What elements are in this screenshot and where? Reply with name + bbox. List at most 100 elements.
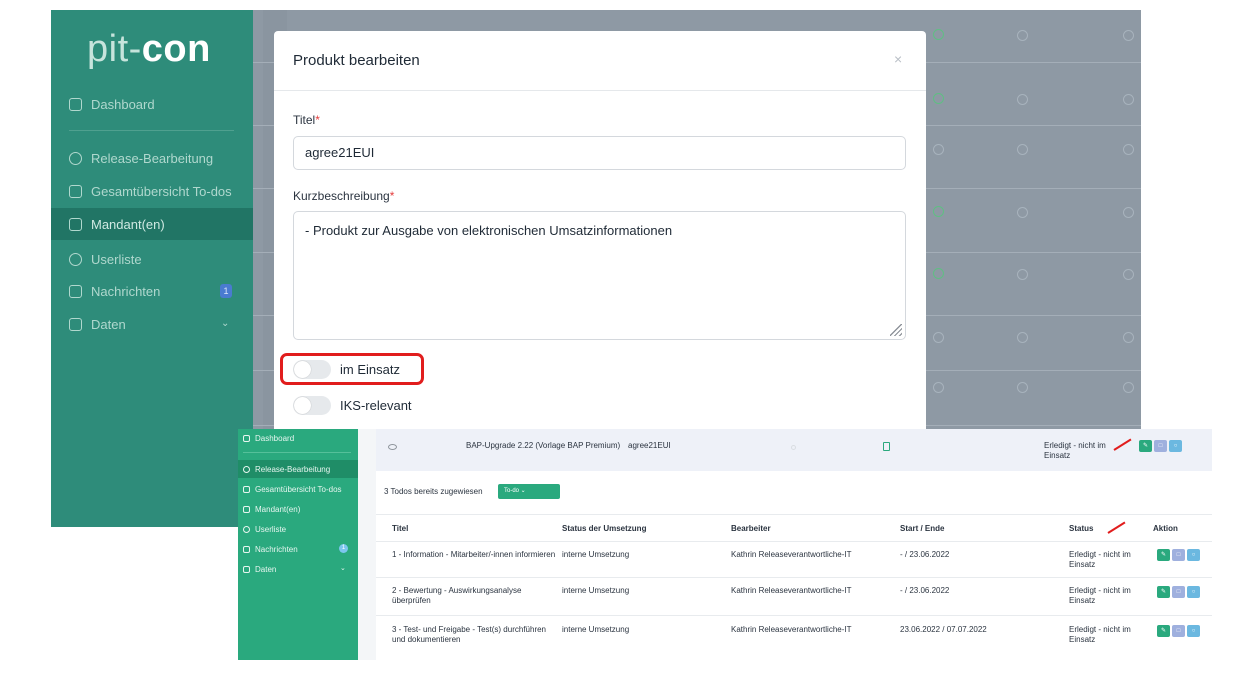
sidebar-item-release-bearbeitung[interactable]: Release-Bearbeitung: [51, 142, 253, 174]
toggle-knob: [294, 396, 311, 414]
notification-badge: 1: [220, 284, 232, 298]
table-row-divider: [376, 577, 1212, 578]
description-label: Kurzbeschreibung*: [293, 189, 395, 203]
empty-circle-icon: [1017, 269, 1028, 280]
modal-divider: [274, 90, 926, 91]
description-text: - Produkt zur Ausgabe von elektronischen…: [305, 223, 673, 238]
table-divider: [376, 514, 1212, 515]
sidebar: Dashboard Release-Bearbeitung Gesamtüber…: [238, 429, 358, 660]
close-icon[interactable]: ×: [894, 51, 902, 67]
edit-button[interactable]: ✎: [1157, 625, 1170, 637]
sidebar-item-nachrichten[interactable]: Nachrichten 1: [238, 540, 358, 558]
info-button[interactable]: ○: [1169, 440, 1182, 452]
sidebar-item-label: Gesamtübersicht To-dos: [91, 183, 232, 199]
empty-circle-icon: [1123, 332, 1134, 343]
empty-circle-icon: [1017, 207, 1028, 218]
toggle-switch[interactable]: [293, 395, 331, 415]
column-header-titel: Titel: [392, 524, 409, 533]
sidebar-divider: [69, 130, 234, 131]
todo-title[interactable]: 3 - Test- und Freigabe - Test(s) durchfü…: [392, 625, 557, 645]
assigned-count: 3 Todos bereits zugewiesen: [384, 487, 483, 496]
logo: pit-con: [87, 28, 211, 70]
message-button[interactable]: □: [1172, 625, 1185, 637]
toggle-label: IKS-relevant: [340, 397, 412, 413]
eye-icon[interactable]: [388, 444, 397, 450]
todo-status: Erledigt - nicht im Einsatz: [1069, 550, 1131, 569]
empty-circle-icon: [791, 445, 796, 450]
empty-circle-icon: [1123, 30, 1134, 41]
title-input[interactable]: agree21EUI: [293, 136, 906, 170]
sidebar-item-label: Userliste: [91, 251, 142, 267]
sidebar-item-label: Userliste: [255, 524, 287, 534]
sidebar-item-release-bearbeitung[interactable]: Release-Bearbeitung: [238, 460, 358, 478]
column-header-bearbeiter: Bearbeiter: [731, 524, 771, 533]
sidebar-item-label: Release-Bearbeitung: [255, 464, 331, 474]
todo-bearbeiter: Kathrin Releaseverantwortliche-IT: [731, 625, 852, 634]
database-icon: [243, 565, 250, 573]
sidebar-item-dashboard[interactable]: Dashboard: [51, 88, 253, 120]
empty-circle-icon: [933, 382, 944, 393]
clock-icon: [69, 151, 82, 165]
sidebar-item-mandanten[interactable]: Mandant(en): [238, 500, 358, 518]
column-header-status: Status: [1069, 524, 1094, 533]
message-button[interactable]: □: [1172, 549, 1185, 561]
sidebar-item-daten[interactable]: Daten ⌄: [238, 560, 358, 578]
check-circle-icon: [933, 29, 944, 40]
sidebar-item-label: Release-Bearbeitung: [91, 150, 214, 166]
sidebar-item-mandanten[interactable]: Mandant(en): [51, 208, 253, 240]
info-button[interactable]: ○: [1187, 625, 1200, 637]
document-icon[interactable]: [883, 442, 890, 451]
empty-circle-icon: [1017, 30, 1028, 41]
resize-handle-icon[interactable]: [890, 324, 902, 336]
sidebar-item-gesamtuebersicht[interactable]: Gesamtübersicht To-dos: [51, 175, 253, 207]
todo-title[interactable]: 1 - Information - Mitarbeiter/-innen inf…: [392, 550, 557, 560]
sidebar-item-label: Gesamtübersicht To-dos: [255, 484, 342, 494]
empty-circle-icon: [1123, 94, 1134, 105]
todo-title[interactable]: 2 - Bewertung - Auswirkungsanalyse überp…: [392, 586, 552, 606]
todo-bearbeiter: Kathrin Releaseverantwortliche-IT: [731, 586, 852, 595]
chevron-down-icon: ⌄: [340, 565, 346, 572]
todo-umsetzung: interne Umsetzung: [562, 586, 630, 595]
sidebar-item-nachrichten[interactable]: Nachrichten 1: [51, 275, 253, 307]
sidebar-item-label: Dashboard: [91, 96, 155, 112]
message-icon: [243, 545, 250, 553]
users-icon: [243, 525, 250, 533]
column-header-start-ende: Start / Ende: [900, 524, 945, 533]
description-textarea[interactable]: - Produkt zur Ausgabe von elektronischen…: [293, 211, 906, 340]
sidebar-item-userliste[interactable]: Userliste: [238, 520, 358, 538]
clock-icon: [243, 465, 250, 473]
title-label: Titel*: [293, 113, 320, 127]
add-todo-button[interactable]: To-do ⌄: [498, 484, 560, 499]
modal-title: Produkt bearbeiten: [293, 52, 420, 69]
check-circle-icon: [933, 93, 944, 104]
users-icon: [69, 252, 82, 266]
sidebar-item-dashboard[interactable]: Dashboard: [238, 429, 358, 447]
edit-button[interactable]: ✎: [1157, 586, 1170, 598]
todo-umsetzung: interne Umsetzung: [562, 550, 630, 559]
toggle-iks-relevant[interactable]: IKS-relevant: [293, 394, 412, 416]
notification-badge: 1: [339, 544, 348, 553]
todo-status: Erledigt - nicht im Einsatz: [1069, 586, 1131, 605]
sidebar-item-label: Mandant(en): [255, 504, 301, 514]
message-button[interactable]: □: [1172, 586, 1185, 598]
red-highlight-box: [280, 353, 424, 385]
empty-circle-icon: [933, 144, 944, 155]
required-marker: *: [315, 113, 320, 127]
content-gutter: [358, 429, 376, 660]
todo-bearbeiter: Kathrin Releaseverantwortliche-IT: [731, 550, 852, 559]
sidebar-item-label: Nachrichten: [255, 544, 298, 554]
empty-circle-icon: [1017, 144, 1028, 155]
info-button[interactable]: ○: [1187, 586, 1200, 598]
empty-circle-icon: [1017, 382, 1028, 393]
empty-circle-icon: [1017, 94, 1028, 105]
calendar-icon: [243, 485, 250, 493]
edit-button[interactable]: ✎: [1139, 440, 1152, 452]
message-button[interactable]: □: [1154, 440, 1167, 452]
sidebar-item-userliste[interactable]: Userliste: [51, 243, 253, 275]
clipboard-icon: [243, 505, 250, 513]
sidebar-item-gesamtuebersicht[interactable]: Gesamtübersicht To-dos: [238, 480, 358, 498]
sidebar-item-daten[interactable]: Daten ⌄: [51, 308, 253, 340]
column-header-aktion: Aktion: [1153, 524, 1178, 533]
edit-button[interactable]: ✎: [1157, 549, 1170, 561]
info-button[interactable]: ○: [1187, 549, 1200, 561]
